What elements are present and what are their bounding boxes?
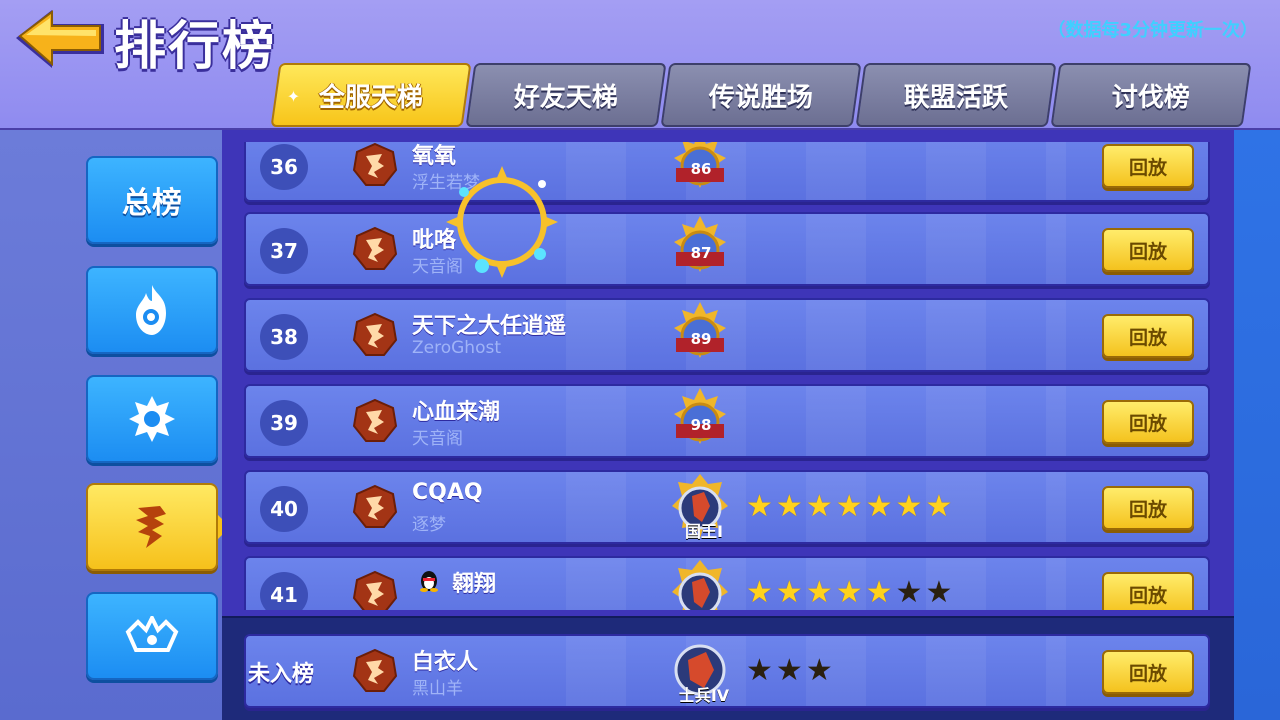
star-empty-icon: ★	[746, 653, 773, 688]
dragon-emblem-icon	[352, 142, 398, 186]
rank-number: 38	[260, 314, 308, 360]
sidebar-item-dragon[interactable]	[86, 483, 230, 571]
flame-class-icon	[136, 285, 166, 335]
player-name: 吡咯	[412, 228, 457, 253]
guild-name: 黑山羊	[412, 679, 463, 699]
dragon-emblem-icon	[352, 226, 398, 270]
table-row: 40 CQAQ 逐梦 国王I ★ ★ ★ ★ ★ ★ ★ 回放	[244, 470, 1210, 544]
gear-class-icon	[129, 396, 175, 442]
replay-button[interactable]: 回放	[1102, 228, 1194, 272]
guild-name: 浮生若梦	[412, 173, 480, 193]
table-row: 39 心血来潮 天音阁 98 回放	[244, 384, 1210, 458]
rank-number: 40	[260, 486, 308, 532]
star-icon: ★	[895, 489, 923, 524]
sidebar-item-crown[interactable]	[86, 592, 218, 680]
ranking-list[interactable]: 36 氧氧 浮生若梦 86 回放 37 吡咯 天音阁 87 回放 38 天下之大…	[222, 142, 1234, 610]
star-icon: ★	[805, 575, 833, 610]
tab-legend-wins[interactable]: 传说胜场	[660, 63, 862, 127]
badge-level: 87	[690, 244, 712, 262]
table-row: 37 吡咯 天音阁 87 回放	[244, 212, 1210, 286]
badge-level: 89	[690, 330, 712, 348]
sidebar-item-total[interactable]: 总榜	[86, 156, 218, 244]
tab-crusade-ranking[interactable]: 讨伐榜	[1050, 63, 1252, 127]
dragon-emblem-icon	[352, 570, 398, 610]
dragon-emblem-icon	[352, 398, 398, 442]
rank-number: 36	[260, 144, 308, 190]
player-name: 天下之大任逍遥	[412, 314, 567, 339]
star-icon: ★	[775, 489, 803, 524]
guild-name: 天音阁	[412, 429, 463, 449]
replay-button[interactable]: 回放	[1102, 572, 1194, 610]
guild-name: 天音阁	[412, 257, 463, 277]
star-icon: ★	[805, 489, 833, 524]
player-name: 氧氧	[412, 144, 457, 169]
dragon-emblem-icon	[352, 648, 398, 692]
player-name: 白衣人	[412, 650, 479, 675]
badge-title: 士兵IV	[678, 686, 730, 705]
sparkle-icon: ✦	[286, 87, 301, 106]
sidebar-item-flame[interactable]	[86, 266, 218, 354]
player-name: 翱翔	[452, 572, 497, 597]
star-icon: ★	[835, 575, 863, 610]
my-rank-row: 未入榜 白衣人 黑山羊 士兵IV ★ ★ ★ 回放	[244, 634, 1210, 708]
star-icon: ★	[865, 575, 893, 610]
replay-button[interactable]: 回放	[1102, 486, 1194, 530]
scroll-track[interactable]	[1234, 130, 1280, 720]
player-name: CQAQ	[412, 480, 483, 505]
star-rating: ★ ★ ★ ★ ★ ★ ★	[746, 578, 952, 608]
table-row: 38 天下之大任逍遥 ZeroGhost 89 回放	[244, 298, 1210, 372]
badge-level: 98	[690, 416, 712, 434]
tab-friend-ladder[interactable]: 好友天梯	[465, 63, 667, 127]
star-icon: ★	[746, 489, 773, 524]
table-row: 36 氧氧 浮生若梦 86 回放	[244, 142, 1210, 202]
star-empty-icon: ★	[895, 575, 923, 610]
star-icon: ★	[925, 489, 953, 524]
star-empty-icon: ★	[805, 653, 833, 688]
rank-number: 37	[260, 228, 308, 274]
replay-button[interactable]: 回放	[1102, 400, 1194, 444]
rank-number: 未入榜	[248, 662, 315, 687]
table-row: 41 翱翔 ★ ★ ★ ★ ★ ★ ★ 回放	[244, 556, 1210, 610]
player-name: 心血来潮	[412, 400, 501, 425]
star-empty-icon: ★	[925, 575, 953, 610]
replay-button[interactable]: 回放	[1102, 314, 1194, 358]
dragon-emblem-icon	[352, 312, 398, 356]
star-icon: ★	[746, 575, 773, 610]
tab-alliance-activity[interactable]: 联盟活跃	[855, 63, 1057, 127]
replay-button[interactable]: 回放	[1102, 144, 1194, 188]
star-empty-icon: ★	[775, 653, 803, 688]
guild-name: ZeroGhost	[412, 338, 501, 358]
tab-server-ladder[interactable]: ✦ 全服天梯	[270, 63, 472, 127]
update-note: （数据每3分钟更新一次）	[1047, 20, 1258, 41]
badge-title: 国王I	[685, 522, 723, 541]
replay-button[interactable]: 回放	[1102, 650, 1194, 694]
ranking-tabs: ✦ 全服天梯 好友天梯 传说胜场 联盟活跃 讨伐榜	[270, 63, 1252, 127]
back-arrow-icon[interactable]	[12, 4, 110, 74]
star-icon: ★	[865, 489, 893, 524]
my-rank-panel: 未入榜 白衣人 黑山羊 士兵IV ★ ★ ★ 回放	[222, 616, 1234, 720]
dragon-class-icon	[136, 506, 166, 548]
king-badge-icon	[672, 560, 728, 610]
star-rating: ★ ★ ★ ★ ★ ★ ★	[746, 492, 952, 522]
dragon-emblem-icon	[352, 484, 398, 528]
rank-number: 41	[260, 572, 308, 610]
crown-class-icon	[125, 616, 179, 652]
badge-level: 86	[690, 160, 712, 178]
sidebar-item-gear[interactable]	[86, 375, 218, 463]
star-icon: ★	[835, 489, 863, 524]
qq-penguin-icon	[420, 571, 438, 592]
rank-number: 39	[260, 400, 308, 446]
star-rating: ★ ★ ★	[746, 656, 833, 686]
page-title: 排行榜	[114, 17, 277, 77]
star-icon: ★	[775, 575, 803, 610]
guild-name: 逐梦	[412, 515, 446, 535]
